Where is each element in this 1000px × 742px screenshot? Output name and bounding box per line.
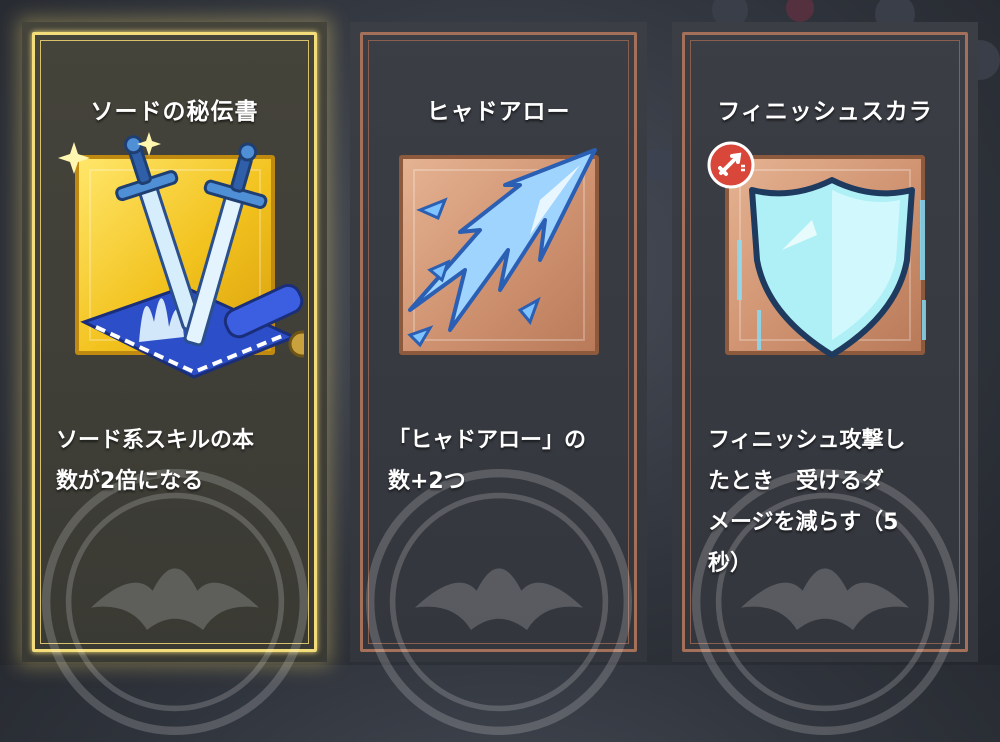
card-sword-secret-book[interactable]: ソードの秘伝書 ソード系スキルの本 数が2倍になる [22,22,327,735]
sword-buff-badge-icon [707,141,755,189]
card-title: フィニッシュスカラ [717,99,933,125]
swords-scroll-icon [58,132,304,379]
card-description: ソード系スキルの本 数が2倍になる [56,428,255,494]
card-finish-scara[interactable]: フィニッシュスカラ フィニッシュ攻撃し たとき 受けるダ メージを減らす（5 秒… [672,22,978,735]
bat-emblem-watermark [365,469,632,735]
card-description: フィニッシュ攻撃し たとき 受けるダ メージを減らす（5 秒） [708,428,906,576]
card-description: 「ヒャドアロー」の 数+2つ [388,428,587,494]
bat-emblem-watermark [41,469,308,735]
card-hyado-arrow[interactable]: ヒャドアロー 「ヒャドアロー」の 数+2つ [350,22,647,735]
ice-arrow-icon [407,148,597,348]
card-title: ソードの秘伝書 [90,99,259,125]
card-title: ヒャドアロー [426,99,571,125]
